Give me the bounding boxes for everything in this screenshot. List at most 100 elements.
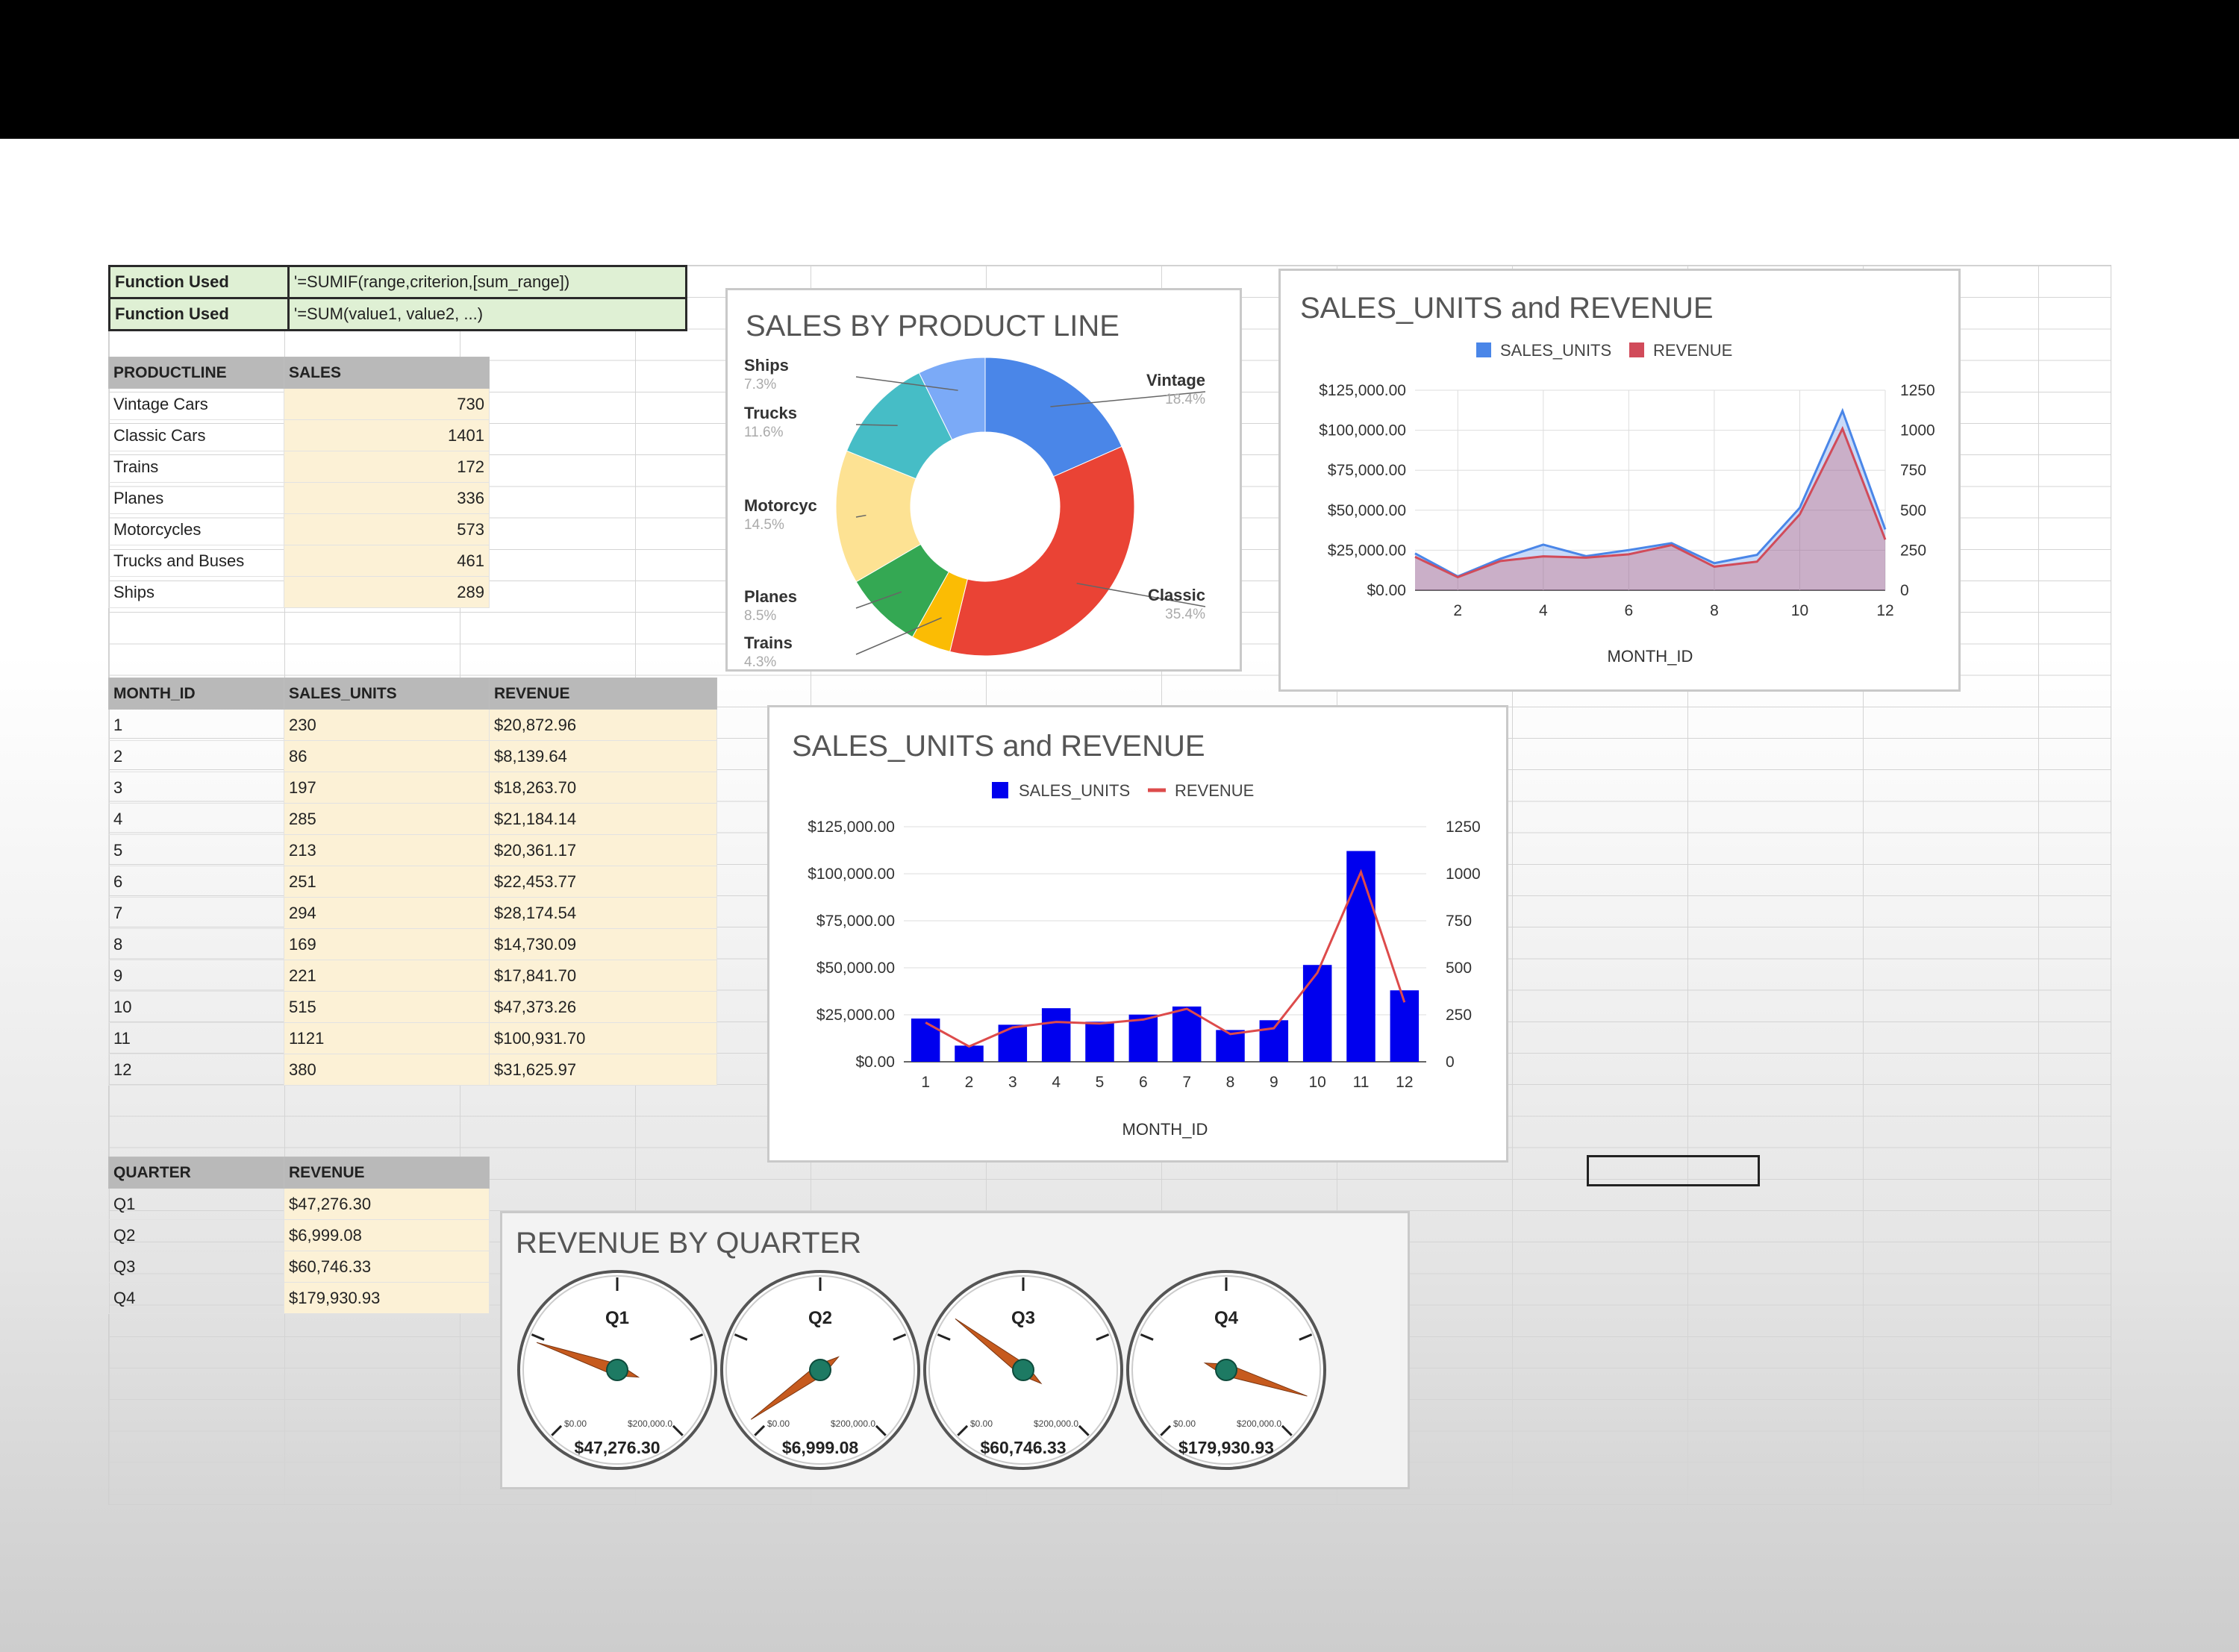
quarter-revenue-cell[interactable]: $60,746.33	[284, 1251, 490, 1283]
x-tick: 6	[1139, 1074, 1148, 1091]
slice-label: Trucks	[744, 404, 797, 422]
gauge-value: $60,746.33	[980, 1438, 1066, 1457]
legend-swatch	[1629, 342, 1644, 357]
month-cell[interactable]: 5	[108, 834, 284, 866]
units-cell[interactable]: 197	[284, 772, 490, 804]
revenue-line	[925, 869, 1406, 1048]
column-header: MONTH_ID	[108, 678, 284, 710]
revenue-cell[interactable]: $20,361.17	[489, 834, 717, 866]
units-cell[interactable]: 221	[284, 960, 490, 992]
quarter-cell[interactable]: Q2	[108, 1219, 284, 1251]
month-cell[interactable]: 4	[108, 803, 284, 835]
productline-cell[interactable]: Trains	[108, 451, 284, 483]
table-row: 10 515 $47,373.26	[108, 991, 717, 1023]
revenue-cell[interactable]: $100,931.70	[489, 1022, 717, 1054]
productline-cell[interactable]: Trucks and Buses	[108, 545, 284, 577]
revenue-cell[interactable]: $22,453.77	[489, 866, 717, 898]
gauge-min-label: $0.00	[1173, 1418, 1196, 1429]
x-tick: 12	[1876, 602, 1893, 619]
table-row: 3 197 $18,263.70	[108, 772, 717, 804]
quarter-revenue-cell[interactable]: $47,276.30	[284, 1188, 490, 1220]
x-axis-label: MONTH_ID	[1608, 647, 1693, 666]
quarter-revenue-cell[interactable]: $179,930.93	[284, 1282, 490, 1314]
productline-cell[interactable]: Motorcycles	[108, 513, 284, 545]
function-formula[interactable]: '=SUM(value1, value2, ...)	[287, 297, 687, 331]
gauge-min-label: $0.00	[564, 1418, 587, 1429]
sales-cell[interactable]: 1401	[284, 419, 490, 451]
sales-cell[interactable]: 289	[284, 576, 490, 608]
month-cell[interactable]: 7	[108, 897, 284, 929]
combo-chart-panel[interactable]: SALES_UNITS and REVENUE $0.00 0 $25,000.00…	[767, 705, 1508, 1163]
table-header-row: QUARTER REVENUE	[108, 1157, 490, 1189]
revenue-cell[interactable]: $21,184.14	[489, 803, 717, 835]
productline-cell[interactable]: Vintage Cars	[108, 388, 284, 420]
sales-cell[interactable]: 730	[284, 388, 490, 420]
revenue-cell[interactable]: $28,174.54	[489, 897, 717, 929]
column-header: SALES	[284, 357, 490, 389]
month-cell[interactable]: 6	[108, 866, 284, 898]
units-cell[interactable]: 230	[284, 709, 490, 741]
selected-cell[interactable]	[1587, 1155, 1760, 1186]
month-cell[interactable]: 11	[108, 1022, 284, 1054]
area-chart-panel[interactable]: SALES_UNITS and REVENUE $0.00 0 $25,000.00…	[1278, 269, 1961, 692]
slice-percent: 11.6%	[744, 425, 784, 440]
gauge-chart-panel[interactable]: REVENUE BY QUARTER Q1 $0.00 $200,000.0 $47,…	[500, 1211, 1410, 1489]
month-cell[interactable]: 8	[108, 928, 284, 960]
revenue-cell[interactable]: $17,841.70	[489, 960, 717, 992]
productline-cell[interactable]: Planes	[108, 482, 284, 514]
y-tick-left: $75,000.00	[1328, 462, 1406, 479]
x-tick: 2	[965, 1074, 974, 1091]
x-tick: 4	[1052, 1074, 1061, 1091]
sales-cell[interactable]: 573	[284, 513, 490, 545]
column-header: SALES_UNITS	[284, 678, 490, 710]
revenue-cell[interactable]: $8,139.64	[489, 740, 717, 772]
x-tick: 4	[1539, 602, 1548, 619]
month-table: MONTH_ID SALES_UNITS REVENUE 1 230 $20,872…	[108, 678, 717, 1086]
function-formula[interactable]: '=SUMIF(range,criterion,[sum_range])	[287, 265, 687, 299]
revenue-cell[interactable]: $18,263.70	[489, 772, 717, 804]
y-tick-right: 500	[1446, 960, 1472, 977]
month-cell[interactable]: 12	[108, 1054, 284, 1086]
sales-cell[interactable]: 172	[284, 451, 490, 483]
units-cell[interactable]: 294	[284, 897, 490, 929]
table-row: 5 213 $20,361.17	[108, 834, 717, 866]
month-cell[interactable]: 2	[108, 740, 284, 772]
units-cell[interactable]: 213	[284, 834, 490, 866]
month-cell[interactable]: 3	[108, 772, 284, 804]
quarter-revenue-cell[interactable]: $6,999.08	[284, 1219, 490, 1251]
units-cell[interactable]: 515	[284, 991, 490, 1023]
productline-cell[interactable]: Ships	[108, 576, 284, 608]
x-tick: 9	[1270, 1074, 1278, 1091]
y-tick-right: 250	[1446, 1007, 1472, 1024]
units-cell[interactable]: 285	[284, 803, 490, 835]
quarter-cell[interactable]: Q4	[108, 1282, 284, 1314]
donut-chart-panel[interactable]: SALES BY PRODUCT LINE Vintage 18.4% Classi…	[725, 288, 1242, 672]
gauge-max-label: $200,000.0	[831, 1418, 875, 1429]
productline-cell[interactable]: Classic Cars	[108, 419, 284, 451]
revenue-cell[interactable]: $20,872.96	[489, 709, 717, 741]
sales-cell[interactable]: 461	[284, 545, 490, 577]
table-row: 4 285 $21,184.14	[108, 803, 717, 835]
month-cell[interactable]: 1	[108, 709, 284, 741]
table-row: Q2 $6,999.08	[108, 1219, 490, 1251]
quarter-cell[interactable]: Q1	[108, 1188, 284, 1220]
sales-cell[interactable]: 336	[284, 482, 490, 514]
revenue-cell[interactable]: $47,373.26	[489, 991, 717, 1023]
bar	[998, 1024, 1028, 1062]
revenue-cell[interactable]: $14,730.09	[489, 928, 717, 960]
gauge-label: Q2	[808, 1308, 832, 1328]
month-cell[interactable]: 10	[108, 991, 284, 1023]
units-cell[interactable]: 1121	[284, 1022, 490, 1054]
y-tick-left: $100,000.00	[808, 866, 895, 883]
gauge-value: $179,930.93	[1178, 1438, 1274, 1457]
units-cell[interactable]: 380	[284, 1054, 490, 1086]
units-cell[interactable]: 251	[284, 866, 490, 898]
table-row: 9 221 $17,841.70	[108, 960, 717, 992]
table-row: Motorcycles 573	[108, 513, 490, 545]
units-cell[interactable]: 169	[284, 928, 490, 960]
quarter-cell[interactable]: Q3	[108, 1251, 284, 1283]
units-cell[interactable]: 86	[284, 740, 490, 772]
gauge-min-label: $0.00	[767, 1418, 790, 1429]
revenue-cell[interactable]: $31,625.97	[489, 1054, 717, 1086]
month-cell[interactable]: 9	[108, 960, 284, 992]
